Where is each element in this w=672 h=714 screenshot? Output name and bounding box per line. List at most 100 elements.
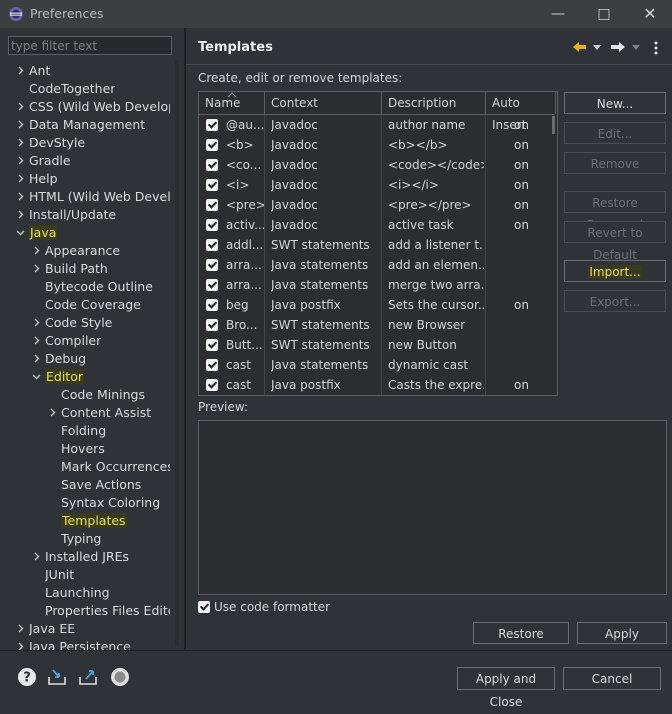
tree-item[interactable]: Code Style <box>45 314 112 332</box>
enabled-checkbox[interactable] <box>206 359 218 371</box>
enabled-checkbox[interactable] <box>206 259 218 271</box>
chevron-right-icon[interactable] <box>15 134 25 152</box>
table-row[interactable]: addl... SWT statements add a listener t... <box>199 235 555 255</box>
tree-item[interactable]: Java <box>29 224 58 242</box>
chevron-right-icon[interactable] <box>31 260 41 278</box>
tree-item[interactable]: Typing <box>61 530 101 548</box>
tree-item[interactable]: Properties Files Editor <box>45 602 170 620</box>
import-preferences-icon[interactable] <box>47 667 67 687</box>
table-row[interactable]: arra... Java statements merge two arra... <box>199 275 555 295</box>
forward-nav-icon[interactable] <box>610 40 642 54</box>
chevron-right-icon[interactable] <box>31 332 41 350</box>
enabled-checkbox[interactable] <box>206 299 218 311</box>
oomph-preferences-icon[interactable] <box>110 667 130 687</box>
enabled-checkbox[interactable] <box>206 379 218 391</box>
chevron-right-icon[interactable] <box>15 98 25 116</box>
enabled-checkbox[interactable] <box>206 179 218 191</box>
table-row[interactable]: @au... Javadoc author name on <box>199 115 555 135</box>
cancel-button[interactable]: Cancel <box>563 667 661 690</box>
table-row[interactable]: cast Java postfix Casts the expre... on <box>199 375 555 395</box>
table-row[interactable]: <b> Javadoc <b></b> on <box>199 135 555 155</box>
chevron-down-icon[interactable] <box>15 224 25 242</box>
table-scrollbar[interactable] <box>552 116 555 134</box>
table-row[interactable]: <pre> Javadoc <pre></pre> on <box>199 195 555 215</box>
enabled-checkbox[interactable] <box>206 159 218 171</box>
enabled-checkbox[interactable] <box>206 139 218 151</box>
new-button[interactable]: New... <box>564 92 666 114</box>
tree-item[interactable]: Compiler <box>45 332 101 350</box>
tree-item[interactable]: Debug <box>45 350 86 368</box>
use-code-formatter-checkbox[interactable] <box>198 601 210 613</box>
chevron-right-icon[interactable] <box>15 206 25 224</box>
table-row[interactable]: arra... Java statements add an elemen... <box>199 255 555 275</box>
tree-item[interactable]: HTML (Wild Web Develop <box>29 188 170 206</box>
edit-button[interactable]: Edit... <box>564 122 666 144</box>
templates-table[interactable]: Name Context Description Auto Insert @au… <box>198 91 558 396</box>
restore-defaults-button[interactable]: Restore Defaults <box>473 622 569 663</box>
enabled-checkbox[interactable] <box>206 119 218 131</box>
enabled-checkbox[interactable] <box>206 219 218 231</box>
enabled-checkbox[interactable] <box>206 339 218 351</box>
table-row[interactable]: <co... Javadoc <code></code> on <box>199 155 555 175</box>
preview-area[interactable] <box>198 420 667 595</box>
close-button[interactable]: ✕ <box>640 4 660 24</box>
tree-scrollbar[interactable] <box>175 60 179 645</box>
enabled-checkbox[interactable] <box>206 239 218 251</box>
enabled-checkbox[interactable] <box>206 319 218 331</box>
tree-item[interactable]: Content Assist <box>61 404 151 422</box>
chevron-right-icon[interactable] <box>15 116 25 134</box>
export-preferences-icon[interactable] <box>78 667 98 687</box>
tree-item[interactable]: DevStyle <box>29 134 85 152</box>
chevron-right-icon[interactable] <box>47 404 57 422</box>
chevron-right-icon[interactable] <box>15 152 25 170</box>
help-icon[interactable]: ? <box>17 667 37 687</box>
apply-button[interactable]: Apply <box>577 622 667 644</box>
table-row[interactable]: cast Java statements dynamic cast <box>199 355 555 375</box>
view-menu-icon[interactable] <box>651 40 661 56</box>
table-row[interactable]: activ... Javadoc active task on <box>199 215 555 235</box>
tree-item[interactable]: Install/Update <box>29 206 116 224</box>
enabled-checkbox[interactable] <box>206 279 218 291</box>
import-button[interactable]: Import... <box>564 260 666 282</box>
apply-and-close-button[interactable]: Apply and Close <box>457 667 555 709</box>
tree-item[interactable]: Launching <box>45 584 110 602</box>
tree-item[interactable]: CSS (Wild Web Developer <box>29 98 170 116</box>
tree-item[interactable]: Editor <box>45 368 84 386</box>
column-header-auto-insert[interactable]: Auto Insert <box>486 92 556 132</box>
tree-item[interactable]: Save Actions <box>61 476 141 494</box>
table-row[interactable]: Butt... SWT statements new Button <box>199 335 555 355</box>
chevron-right-icon[interactable] <box>31 242 41 260</box>
tree-item[interactable]: Folding <box>61 422 106 440</box>
tree-item[interactable]: Appearance <box>45 242 120 260</box>
tree-item[interactable]: Code Coverage <box>45 296 141 314</box>
tree-item[interactable]: Syntax Coloring <box>61 494 160 512</box>
tree-item[interactable]: Mark Occurrences <box>61 458 170 476</box>
export-button[interactable]: Export... <box>564 290 666 312</box>
chevron-right-icon[interactable] <box>15 62 25 80</box>
column-header-description[interactable]: Description <box>382 92 486 114</box>
chevron-right-icon[interactable] <box>31 350 41 368</box>
tree-item[interactable]: Data Management <box>29 116 145 134</box>
tree-item[interactable]: Gradle <box>29 152 71 170</box>
maximize-button[interactable]: □ <box>594 4 614 24</box>
chevron-right-icon[interactable] <box>31 314 41 332</box>
tree-item[interactable]: Installed JREs <box>45 548 129 566</box>
tree-item[interactable]: Help <box>29 170 58 188</box>
tree-item[interactable]: Ant <box>29 62 50 80</box>
minimize-button[interactable]: — <box>548 4 568 24</box>
tree-item[interactable]: Templates <box>61 512 127 530</box>
tree-item[interactable]: Hovers <box>61 440 105 458</box>
table-row[interactable]: Bro... SWT statements new Browser <box>199 315 555 335</box>
tree-item[interactable]: CodeTogether <box>29 80 115 98</box>
tree-item[interactable]: Java EE <box>29 620 75 638</box>
chevron-right-icon[interactable] <box>15 620 25 638</box>
column-header-context[interactable]: Context <box>265 92 382 114</box>
back-nav-icon[interactable] <box>572 40 602 54</box>
revert-to-default-button[interactable]: Revert to Default <box>564 221 666 262</box>
tree-item[interactable]: Bytecode Outline <box>45 278 153 296</box>
restore-removed-button[interactable]: Restore Removed <box>564 191 666 232</box>
table-row[interactable]: beg Java postfix Sets the cursor... on <box>199 295 555 315</box>
table-row[interactable]: <i> Javadoc <i></i> on <box>199 175 555 195</box>
chevron-right-icon[interactable] <box>31 548 41 566</box>
chevron-right-icon[interactable] <box>15 170 25 188</box>
